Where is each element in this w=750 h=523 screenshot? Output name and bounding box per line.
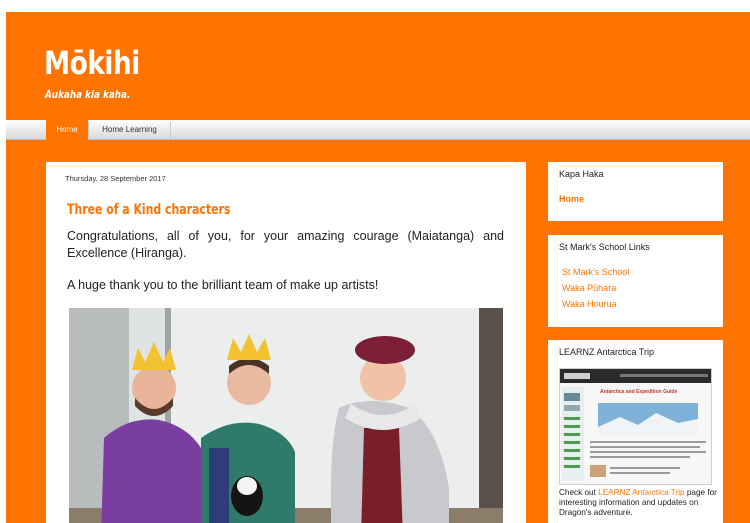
learnz-widget: LEARNZ Antarctica Trip Antarctica and Ex… [548,340,723,523]
widget-title: Kapa Haka [559,169,604,179]
post-paragraph: A huge thank you to the brilliant team o… [67,278,379,292]
page-background: Mōkihi Aukaha kia kaha. Home Home Learni… [6,12,750,523]
post-photo[interactable] [69,308,503,523]
learnz-page-preview [560,369,711,484]
link-waka-hourua[interactable]: Waka Hourua [562,299,617,309]
children-costume-photo [69,308,503,523]
school-links-widget: St Mark's School Links St Mark's School … [548,235,723,327]
blog-header: Mōkihi Aukaha kia kaha. [6,12,750,120]
post-paragraph: Congratulations, all of you, for your am… [67,229,504,260]
kapa-haka-home-link[interactable]: Home [559,194,584,204]
tab-divider [170,122,171,139]
post-title[interactable]: Three of a Kind characters [67,202,230,218]
tab-home-learning[interactable]: Home Learning [89,120,170,140]
widget-title: St Mark's School Links [559,242,650,252]
learnz-caption: Check out LEARNZ Antarctica Trip page fo… [559,488,717,518]
thumb-heading: Antarctica and Expedition Guide [600,389,678,395]
link-st-marks-school[interactable]: St Mark's School [562,267,629,277]
tab-home[interactable]: Home [46,120,88,140]
learnz-thumbnail[interactable]: Antarctica and Expedition Guide [559,368,712,485]
widget-title: LEARNZ Antarctica Trip [559,347,655,357]
learnz-trip-link[interactable]: LEARNZ Antarctica Trip [598,488,684,497]
blog-title[interactable]: Mōkihi [44,44,140,82]
link-waka-puhara[interactable]: Waka Pūhara [562,283,616,293]
caption-text: Check out [559,488,599,497]
blog-description: Aukaha kia kaha. [45,88,131,101]
blog-post: Thursday, 28 September 2017 Three of a K… [46,162,526,523]
page-tabs: Home Home Learning [6,120,750,140]
post-date: Thursday, 28 September 2017 [65,174,166,183]
kapa-haka-widget: Kapa Haka Home [548,162,723,221]
